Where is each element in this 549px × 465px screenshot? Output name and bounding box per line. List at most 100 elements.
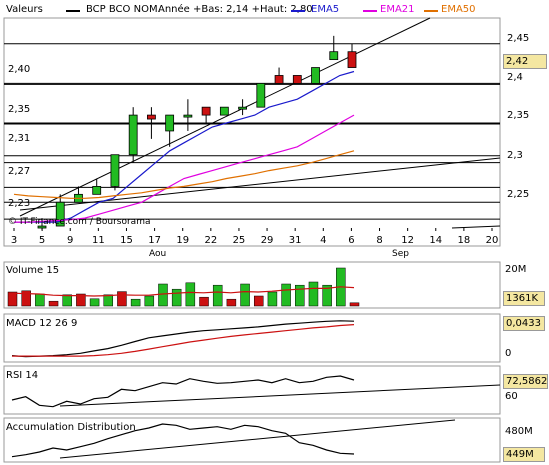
x-tick-label-4: 15 [120, 235, 133, 246]
watermark: © IT-Finance.com / Boursorama [8, 217, 151, 227]
macd-panel-label: MACD 12 26 9 [6, 318, 78, 329]
price-panel-frame [3, 17, 501, 247]
legend-line-icon [66, 10, 80, 12]
chart-header: Valeurs BCP BCO NOM. Année +Bas: 2,14 +H… [0, 0, 549, 18]
volume-bar-7 [103, 294, 114, 307]
volume-last-box: 1361K [503, 291, 545, 306]
volume-bar-17 [240, 283, 250, 307]
trendline-short [451, 225, 501, 229]
trendline-support [19, 17, 431, 217]
x-tick-label-13: 8 [376, 235, 382, 246]
values-label: Valeurs [6, 4, 43, 15]
candle-body-10 [219, 106, 229, 116]
x-tick-label-9: 29 [261, 235, 274, 246]
volume-bar-15 [212, 284, 223, 307]
candle-body-3 [92, 186, 102, 195]
ad-last-box: 449M [503, 447, 545, 462]
month-label-aou: Aou [149, 249, 167, 259]
x-tick-label-3: 11 [92, 235, 105, 246]
x-tick-label-16: 18 [458, 235, 471, 246]
ema50-legend-icon [424, 10, 438, 12]
x-tick-label-11: 4 [320, 235, 326, 246]
candle-body-5 [128, 114, 138, 156]
year-range: Année +Bas: 2,14 +Haut: 2,80 [158, 4, 313, 15]
volume-bar-2 [35, 293, 45, 307]
rsi-panel-frame [3, 365, 501, 415]
x-tick-label-8: 25 [233, 235, 246, 246]
volume-bar-13 [185, 282, 196, 307]
ema5-line [14, 70, 355, 223]
price-label-right-0: 2,45 [507, 33, 530, 44]
ad-axis-label: 480M [505, 426, 533, 437]
last-price-box: 2,42 [503, 54, 547, 69]
macd-last-box: 0,0433 [503, 316, 545, 331]
volume-bar-6 [89, 298, 100, 307]
price-label-right-1: 2,4 [507, 72, 523, 83]
ema21-legend-icon [363, 10, 377, 12]
x-tick-label-14: 12 [401, 235, 414, 246]
ad-panel-label: Accumulation Distribution [6, 422, 136, 433]
volume-bar-8 [117, 291, 127, 307]
month-label-sep: Sep [392, 249, 409, 259]
ema21-legend-label: EMA21 [380, 4, 415, 15]
macd-signal-line [12, 324, 355, 357]
x-tick-label-17: 20 [486, 235, 499, 246]
rsi-last-box: 72,5862 [503, 374, 548, 389]
candle-body-15 [311, 67, 320, 84]
candle-body-14 [292, 75, 302, 84]
candle-body-9 [201, 106, 211, 116]
price-label-right-3: 2,3 [507, 150, 523, 161]
volume-bar-20 [281, 283, 291, 307]
x-tick-label-6: 19 [176, 235, 189, 246]
x-tick-label-7: 22 [204, 235, 217, 246]
volume-bar-0 [7, 291, 18, 307]
volume-bar-4 [62, 294, 72, 307]
volume-bar-14 [199, 296, 209, 307]
volume-bar-22 [308, 281, 319, 307]
price-label-right-4: 2,25 [507, 189, 530, 200]
candle-body-12 [256, 82, 266, 108]
candle-body-11 [238, 106, 247, 110]
volume-axis-label: 20M [505, 264, 527, 275]
candle-body-8 [183, 114, 193, 118]
rsi-axis-label: 60 [505, 391, 518, 402]
x-tick-label-1: 5 [39, 235, 45, 246]
ema5-legend-label: EMA5 [311, 4, 340, 15]
rsi-panel-label: RSI 14 [6, 370, 39, 381]
x-tick-label-5: 17 [148, 235, 161, 246]
rsi-line [11, 375, 355, 408]
price-label-left-4: 2,23 [8, 198, 31, 209]
volume-bar-25 [349, 302, 360, 307]
price-label-right-2: 2,35 [507, 110, 530, 121]
ema50-line [13, 150, 355, 199]
candle-body-7 [165, 114, 175, 132]
volume-bar-16 [226, 298, 237, 307]
candle-body-4 [110, 154, 120, 187]
volume-panel-label: Volume 15 [6, 265, 60, 276]
x-tick-label-12: 6 [348, 235, 354, 246]
price-label-left-2: 2,31 [8, 133, 31, 144]
ema5-legend-icon [291, 10, 305, 12]
x-tick-label-15: 14 [429, 235, 442, 246]
macd-panel-frame [3, 313, 501, 363]
volume-bar-12 [171, 288, 182, 307]
rsi-trendline [59, 384, 501, 407]
volume-bar-19 [267, 291, 278, 307]
volume-bar-11 [158, 283, 168, 307]
volume-bar-18 [253, 295, 264, 307]
ema50-legend-label: EMA50 [441, 4, 476, 15]
price-label-left-0: 2,40 [8, 64, 31, 75]
x-tick-label-10: 31 [289, 235, 302, 246]
ema21-line [14, 114, 355, 223]
candle-body-17 [347, 51, 357, 68]
price-label-left-3: 2,27 [8, 166, 31, 177]
price-label-left-1: 2,35 [8, 104, 31, 115]
volume-bar-9 [130, 298, 141, 307]
macd-axis-label: 0 [505, 348, 512, 359]
stock-chart: 3 5 9 11 15 17 19 22 25 29 31 4 6 8 12 14 18 20 [3, 17, 501, 463]
volume-bar-3 [48, 300, 59, 307]
volume-bar-10 [144, 295, 155, 307]
candle-body-13 [274, 75, 284, 84]
candle-body-16 [329, 51, 339, 61]
volume-bar-21 [295, 284, 305, 307]
